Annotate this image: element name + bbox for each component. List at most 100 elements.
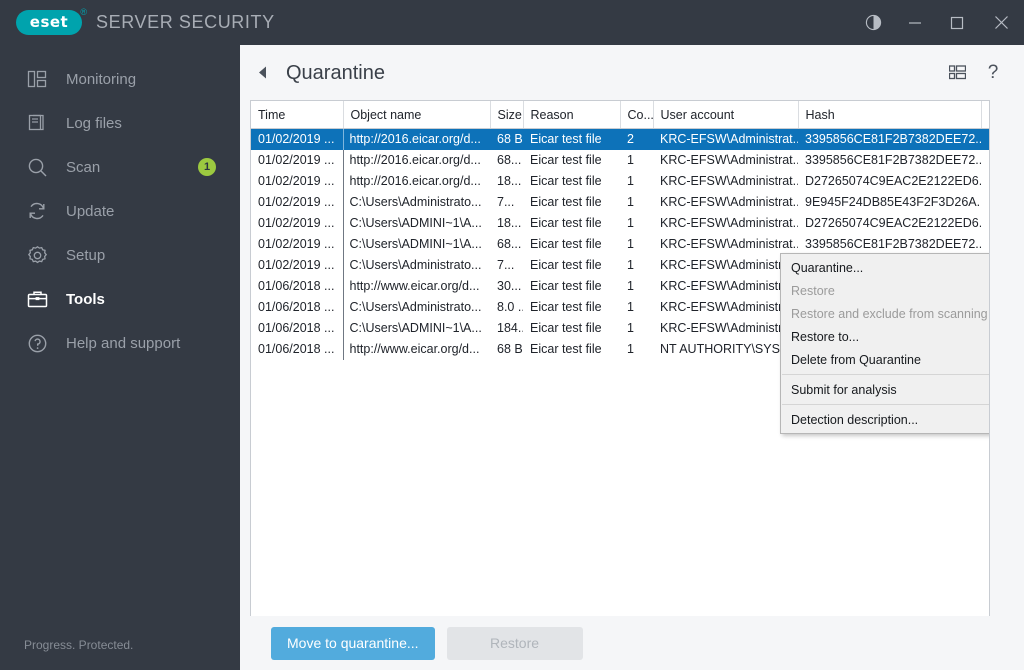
table-row[interactable]: 01/02/2019 ... http://2016.eicar.org/d...… [251,171,989,192]
cell-count: 1 [627,195,634,209]
table-row[interactable]: 01/02/2019 ... C:\Users\ADMINI~1\A... 68..… [251,234,989,255]
cell-hash: D27265074C9EAC2E2122ED6... [805,174,981,188]
minimize-icon[interactable] [894,0,936,45]
cell-count: 2 [620,128,653,150]
list-layout-icon[interactable] [946,62,968,84]
sidebar-item-update[interactable]: Update [0,189,240,233]
sidebar-item-label: Help and support [66,334,181,352]
table-row[interactable]: 01/02/2019 ... C:\Users\ADMINI~1\A... 18..… [251,213,989,234]
cell-object: C:\Users\ADMINI~1\A... [342,213,490,234]
close-icon[interactable] [978,0,1024,45]
back-arrow-icon[interactable] [250,60,276,86]
context-menu-item[interactable]: Submit for analysis [781,378,989,401]
move-to-quarantine-button[interactable]: Move to quarantine... [271,626,435,660]
cell-time: 01/06/2018 ... [258,279,335,293]
cell-count: 1 [627,153,634,167]
column-header-object[interactable]: Object name [343,101,491,129]
cell-object: http://www.eicar.org/d... [342,339,490,360]
cell-time: 01/06/2018 ... [258,342,335,356]
cell-object: http://2016.eicar.org/d... [342,150,490,171]
sidebar-item-scan[interactable]: Scan 1 [0,145,240,189]
brand-area: eset ® SERVER SECURITY [0,0,275,45]
sidebar-item-monitoring[interactable]: Monitoring [0,57,240,101]
maximize-icon[interactable] [936,0,978,45]
context-menu-item[interactable]: Restore to... [781,325,989,348]
eset-server-security-window: eset ® SERVER SECURITY Monitoring Log fi… [0,0,1024,670]
cell-user: KRC-EFSW\Administrat... [660,195,798,209]
context-menu-item[interactable]: Delete from QuarantineDel [781,348,989,371]
page-title: Quarantine [286,61,385,84]
cell-size: 68... [497,153,522,167]
cell-user: KRC-EFSW\Administrat... [660,216,798,230]
window-body: Monitoring Log files Scan 1 Update Setup… [0,45,1024,670]
sidebar-item-help-and-support[interactable]: Help and support [0,321,240,365]
cell-user: KRC-EFSW\Administrat... [660,279,798,293]
table-row[interactable]: 01/02/2019 ... http://2016.eicar.org/d...… [251,150,989,171]
cell-size: 8.0 ... [497,300,523,314]
column-header-extra[interactable] [981,101,989,129]
action-bar: Move to quarantine... Restore [240,616,1024,670]
sidebar-item-tools[interactable]: Tools [0,277,240,321]
cell-count: 1 [627,258,634,272]
cell-reason: Eicar test file [523,128,620,150]
scan-icon [24,154,50,180]
cell-size: 7... [497,195,515,209]
cell-time: 01/02/2019 ... [258,153,335,167]
cell-count: 1 [627,174,634,188]
sidebar-item-label: Update [66,202,115,220]
eset-logo-text: eset [29,12,69,31]
column-header-hash[interactable]: Hash [798,101,982,129]
cell-extra [981,213,989,234]
column-header-user[interactable]: User account [653,101,799,129]
contrast-icon[interactable] [852,0,894,45]
update-icon [24,198,50,224]
table-row[interactable]: 01/02/2019 ... http://2016.eicar.org/d...… [251,128,989,150]
table-row[interactable]: 01/02/2019 ... C:\Users\Administrato... 7.… [251,192,989,213]
column-header-reason[interactable]: Reason [523,101,621,129]
cell-reason: Eicar test file [530,300,602,314]
context-menu-item-label: Restore and exclude from scanning [791,306,988,321]
cell-user: KRC-EFSW\Administrat... [660,237,798,251]
context-menu-separator [782,374,989,375]
cell-time: 01/06/2018 ... [258,300,335,314]
sidebar-item-setup[interactable]: Setup [0,233,240,277]
cell-size: 18... [497,216,522,230]
cell-extra [981,150,989,171]
cell-time: 01/02/2019 ... [258,195,335,209]
cell-count: 1 [627,300,634,314]
cell-extra [981,234,989,255]
sidebar-item-label: Log files [66,114,122,132]
cell-object: http://2016.eicar.org/d... [342,128,490,150]
content-area: Quarantine ? Time Object name Size Reason Co… [240,45,1024,670]
sidebar-item-label: Monitoring [66,70,137,88]
cell-count: 1 [627,342,634,356]
cell-object: C:\Users\ADMINI~1\A... [342,234,490,255]
context-menu-item[interactable]: Quarantine... [781,256,989,279]
context-menu-item: Restore and exclude from scanning [781,302,989,325]
sidebar-item-label: Scan [66,158,101,176]
cell-reason: Eicar test file [530,321,602,335]
context-menu-separator [782,404,989,405]
cell-count: 1 [627,237,634,251]
cell-user: NT AUTHORITY\SYSTEM [660,342,798,356]
context-menu[interactable]: Quarantine... Restore Restore and exclude … [780,253,989,434]
cell-user: KRC-EFSW\Administrat... [653,128,798,150]
question-mark-icon[interactable]: ? [982,62,1004,84]
quarantine-table-container[interactable]: Time Object name Size Reason Co... User accou… [250,100,990,616]
context-menu-item-label: Restore to... [791,329,860,344]
context-menu-item[interactable]: Detection description... [781,408,989,431]
cell-count: 1 [627,321,634,335]
column-header-size[interactable]: Size [490,101,524,129]
sidebar-nav: Monitoring Log files Scan 1 Update Setup… [0,45,240,365]
eset-logo: eset ® [16,8,87,35]
status-badge: 1 [198,158,216,176]
context-menu-item: Restore [781,279,989,302]
cell-reason: Eicar test file [530,258,602,272]
sidebar-item-log-files[interactable]: Log files [0,101,240,145]
context-menu-item-label: Delete from Quarantine [791,352,921,367]
monitoring-icon [24,66,50,92]
column-header-time[interactable]: Time [251,101,344,129]
column-header-count[interactable]: Co... [620,101,654,129]
cell-size: 68... [497,237,522,251]
cell-reason: Eicar test file [530,216,602,230]
